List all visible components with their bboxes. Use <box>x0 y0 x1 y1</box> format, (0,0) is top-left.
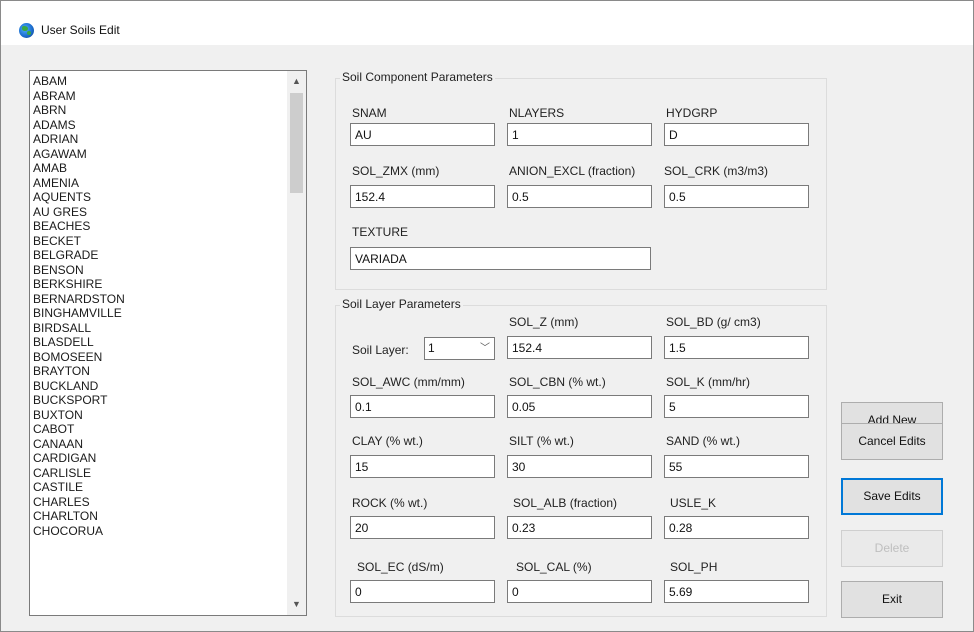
anion-excl-field[interactable]: 0.5 <box>507 185 652 208</box>
sol-zmx-field[interactable]: 152.4 <box>350 185 495 208</box>
list-item[interactable]: CANAAN <box>33 437 283 452</box>
delete-button: Delete <box>841 530 943 567</box>
list-item[interactable]: BIRDSALL <box>33 321 283 336</box>
title-bar: User Soils Edit <box>1 1 973 45</box>
list-item[interactable]: ABAM <box>33 74 283 89</box>
sand-field[interactable]: 55 <box>664 455 809 478</box>
list-item[interactable]: AQUENTS <box>33 190 283 205</box>
list-item[interactable]: BLASDELL <box>33 335 283 350</box>
sol-crk-field[interactable]: 0.5 <box>664 185 809 208</box>
list-item[interactable]: BUCKLAND <box>33 379 283 394</box>
chevron-down-icon: ﹀ <box>480 343 490 354</box>
list-item[interactable]: BINGHAMVILLE <box>33 306 283 321</box>
list-item[interactable]: BOMOSEEN <box>33 350 283 365</box>
window-title: User Soils Edit <box>41 23 120 37</box>
silt-label: SILT (% wt.) <box>509 434 574 448</box>
list-item[interactable]: BELGRADE <box>33 248 283 263</box>
list-item[interactable]: BRAYTON <box>33 364 283 379</box>
soil-list-items: ABAM ABRAM ABRN ADAMS ADRIAN AGAWAM AMAB AMENIA… <box>33 74 283 538</box>
soil-layer-label: Soil Layer: <box>352 343 409 357</box>
sol-cbn-label: SOL_CBN (% wt.) <box>509 375 606 389</box>
scroll-down-icon[interactable]: ▼ <box>287 596 306 613</box>
clay-field[interactable]: 15 <box>350 455 495 478</box>
sol-crk-label: SOL_CRK (m3/m3) <box>664 164 769 178</box>
sol-awc-field[interactable]: 0.1 <box>350 395 495 418</box>
sol-cal-field[interactable]: 0 <box>507 580 652 603</box>
clay-label: CLAY (% wt.) <box>352 434 423 448</box>
list-item[interactable]: AMENIA <box>33 176 283 191</box>
sol-alb-field[interactable]: 0.23 <box>507 516 652 539</box>
silt-field[interactable]: 30 <box>507 455 652 478</box>
list-item[interactable]: CABOT <box>33 422 283 437</box>
soil-layer-value: 1 <box>428 341 435 355</box>
list-item[interactable]: CARDIGAN <box>33 451 283 466</box>
sol-z-field[interactable]: 152.4 <box>507 336 652 359</box>
list-item[interactable]: CASTILE <box>33 480 283 495</box>
list-item[interactable]: CHARLTON <box>33 509 283 524</box>
sol-ec-label: SOL_EC (dS/m) <box>357 560 444 574</box>
soil-list[interactable]: ABAM ABRAM ABRN ADAMS ADRIAN AGAWAM AMAB AMENIA… <box>29 70 307 616</box>
cancel-edits-button[interactable]: Cancel Edits <box>841 423 943 460</box>
save-edits-button[interactable]: Save Edits <box>841 478 943 515</box>
list-item[interactable]: BECKET <box>33 234 283 249</box>
list-item[interactable]: ADAMS <box>33 118 283 133</box>
snam-label: SNAM <box>352 106 387 120</box>
texture-label: TEXTURE <box>352 225 409 239</box>
hydgrp-field[interactable]: D <box>664 123 809 146</box>
list-item[interactable]: AU GRES <box>33 205 283 220</box>
sol-cal-label: SOL_CAL (%) <box>516 560 592 574</box>
list-item[interactable]: AMAB <box>33 161 283 176</box>
scroll-up-icon[interactable]: ▲ <box>287 73 306 90</box>
sol-alb-label: SOL_ALB (fraction) <box>513 496 618 510</box>
list-scrollbar[interactable]: ▲ ▼ <box>287 71 306 615</box>
list-item[interactable]: BUXTON <box>33 408 283 423</box>
sol-ph-label: SOL_PH <box>670 560 718 574</box>
hydgrp-label: HYDGRP <box>666 106 718 120</box>
list-item[interactable]: BENSON <box>33 263 283 278</box>
sol-bd-label: SOL_BD (g/ cm3) <box>666 315 761 329</box>
sol-ec-field[interactable]: 0 <box>350 580 495 603</box>
list-item[interactable]: CHOCORUA <box>33 524 283 539</box>
nlayers-label: NLAYERS <box>509 106 565 120</box>
sol-ph-field[interactable]: 5.69 <box>664 580 809 603</box>
list-item[interactable]: CARLISLE <box>33 466 283 481</box>
user-soils-edit-window: User Soils Edit ABAM ABRAM ABRN ADAMS ADRIAN… <box>0 0 974 632</box>
texture-field[interactable]: VARIADA <box>350 247 651 270</box>
usle-k-field[interactable]: 0.28 <box>664 516 809 539</box>
list-item[interactable]: BUCKSPORT <box>33 393 283 408</box>
list-item[interactable]: BEACHES <box>33 219 283 234</box>
sol-zmx-label: SOL_ZMX (mm) <box>352 164 440 178</box>
sol-cbn-field[interactable]: 0.05 <box>507 395 652 418</box>
list-item[interactable]: AGAWAM <box>33 147 283 162</box>
nlayers-field[interactable]: 1 <box>507 123 652 146</box>
scroll-thumb[interactable] <box>290 93 303 193</box>
list-item[interactable]: BERNARDSTON <box>33 292 283 307</box>
sol-k-label: SOL_K (mm/hr) <box>666 375 751 389</box>
usle-k-label: USLE_K <box>670 496 717 510</box>
list-item[interactable]: ABRN <box>33 103 283 118</box>
soil-layer-select[interactable]: 1 ﹀ <box>424 337 495 360</box>
list-item[interactable]: ADRIAN <box>33 132 283 147</box>
sand-label: SAND (% wt.) <box>666 434 741 448</box>
list-item[interactable]: CHARLES <box>33 495 283 510</box>
anion-excl-label: ANION_EXCL (fraction) <box>509 164 636 178</box>
exit-button[interactable]: Exit <box>841 581 943 618</box>
sol-bd-field[interactable]: 1.5 <box>664 336 809 359</box>
sol-z-label: SOL_Z (mm) <box>509 315 579 329</box>
soil-layer-group-label: Soil Layer Parameters <box>340 297 463 311</box>
rock-label: ROCK (% wt.) <box>352 496 428 510</box>
snam-field[interactable]: AU <box>350 123 495 146</box>
rock-field[interactable]: 20 <box>350 516 495 539</box>
globe-icon <box>19 23 34 38</box>
list-item[interactable]: ABRAM <box>33 89 283 104</box>
list-item[interactable]: BERKSHIRE <box>33 277 283 292</box>
sol-k-field[interactable]: 5 <box>664 395 809 418</box>
soil-component-group-label: Soil Component Parameters <box>340 70 495 84</box>
sol-awc-label: SOL_AWC (mm/mm) <box>352 375 465 389</box>
